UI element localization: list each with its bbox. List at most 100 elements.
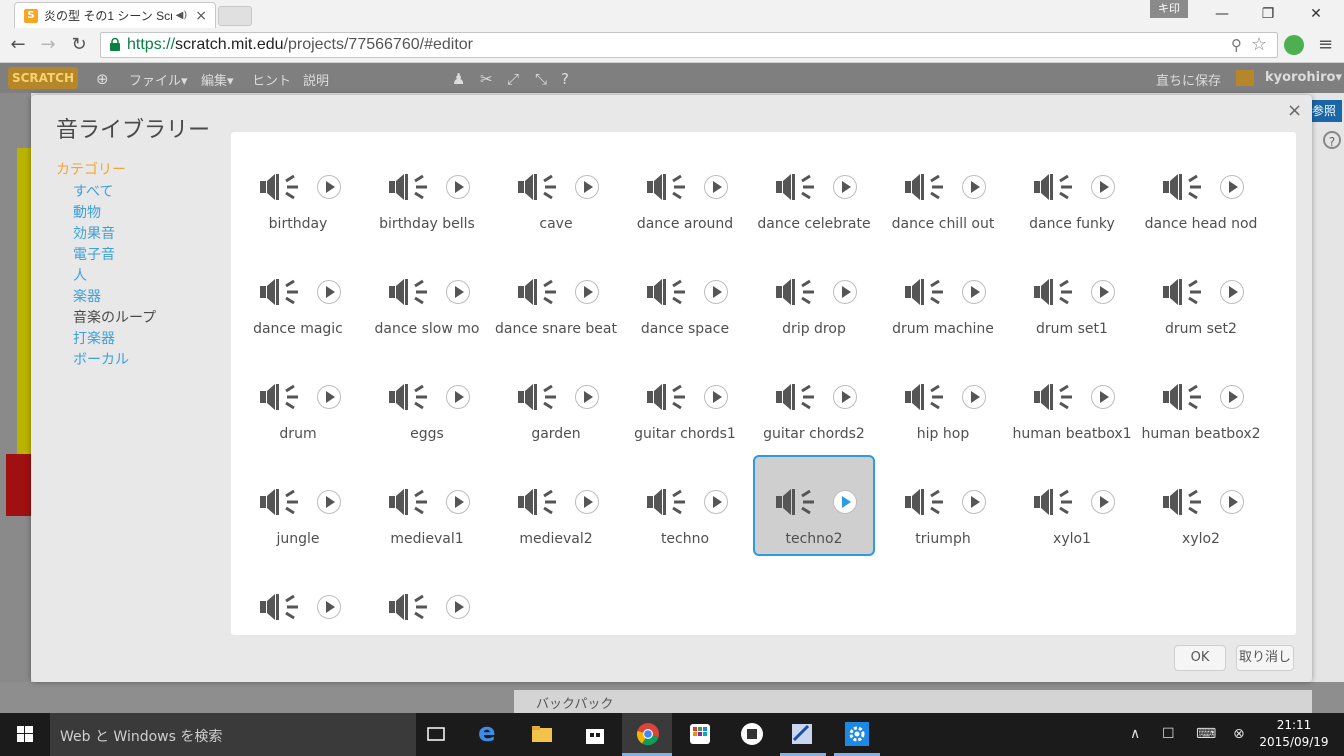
sound-item[interactable]: dance magic: [237, 245, 359, 346]
sound-item[interactable]: techno2: [753, 455, 875, 556]
sound-item[interactable]: dance slow mo: [366, 245, 488, 346]
sound-item[interactable]: xylo1: [1011, 455, 1133, 556]
grow-icon[interactable]: ⤢: [507, 70, 519, 88]
play-icon[interactable]: [833, 175, 857, 199]
sound-item[interactable]: medieval1: [366, 455, 488, 556]
sound-item[interactable]: dance snare beat: [495, 245, 617, 346]
menu-tips[interactable]: ヒント: [252, 70, 291, 89]
play-icon[interactable]: [962, 490, 986, 514]
sound-item[interactable]: guitar chords2: [753, 350, 875, 451]
menu-edit[interactable]: 編集▾: [201, 70, 234, 89]
windows-start-icon[interactable]: [0, 713, 50, 756]
tray-chevron-up-icon[interactable]: ∧: [1130, 726, 1140, 742]
category-item[interactable]: 人: [73, 265, 87, 285]
play-icon[interactable]: [446, 490, 470, 514]
username-menu[interactable]: kyorohiro▾: [1265, 70, 1342, 85]
tab-audio-icon[interactable]: ◀): [176, 10, 188, 21]
task-view-icon[interactable]: [425, 722, 449, 746]
sound-item[interactable]: drum set2: [1140, 245, 1262, 346]
play-icon[interactable]: [833, 490, 857, 514]
play-icon[interactable]: [833, 385, 857, 409]
play-icon[interactable]: [704, 385, 728, 409]
sound-item[interactable]: drum: [237, 350, 359, 451]
backpack-bar[interactable]: バックパック: [514, 690, 1312, 713]
play-icon[interactable]: [575, 490, 599, 514]
category-item[interactable]: 動物: [73, 202, 101, 222]
sound-item[interactable]: xylo2: [1140, 455, 1262, 556]
play-icon[interactable]: [1091, 175, 1115, 199]
category-item[interactable]: ボーカル: [73, 349, 129, 369]
category-item[interactable]: 電子音: [73, 244, 115, 264]
play-icon[interactable]: [704, 280, 728, 304]
play-icon[interactable]: [833, 280, 857, 304]
key-icon[interactable]: ⚲: [1231, 36, 1242, 54]
play-icon[interactable]: [1091, 280, 1115, 304]
reader-app-icon[interactable]: [740, 722, 764, 746]
play-icon[interactable]: [1220, 175, 1244, 199]
shrink-icon[interactable]: ⤡: [535, 70, 547, 88]
app-grid-icon[interactable]: [688, 722, 712, 746]
chrome-menu-icon[interactable]: ≡: [1318, 34, 1333, 55]
play-icon[interactable]: [317, 595, 341, 619]
play-icon[interactable]: [962, 175, 986, 199]
sound-item[interactable]: drip drop: [753, 245, 875, 346]
sound-item[interactable]: [366, 560, 488, 635]
tab-close-icon[interactable]: ×: [195, 8, 207, 24]
sound-item[interactable]: human beatbox1: [1011, 350, 1133, 451]
sound-item[interactable]: dance around: [624, 140, 746, 241]
keyboard-icon[interactable]: ⌨: [1196, 726, 1216, 742]
sound-item[interactable]: dance funky: [1011, 140, 1133, 241]
see-inside-button[interactable]: 参照: [1312, 100, 1342, 122]
delete-icon[interactable]: ✂: [480, 70, 493, 88]
sound-item[interactable]: triumph: [882, 455, 1004, 556]
network-error-icon[interactable]: ⊗: [1233, 726, 1245, 742]
sound-item[interactable]: hip hop: [882, 350, 1004, 451]
sound-item[interactable]: eggs: [366, 350, 488, 451]
help-circle-icon[interactable]: ?: [1323, 131, 1341, 149]
sound-item[interactable]: guitar chords1: [624, 350, 746, 451]
sound-item[interactable]: drum set1: [1011, 245, 1133, 346]
taskbar-clock[interactable]: 21:11 2015/09/19: [1256, 717, 1332, 751]
sound-item[interactable]: birthday bells: [366, 140, 488, 241]
forward-icon[interactable]: →: [37, 34, 59, 56]
sound-item[interactable]: drum machine: [882, 245, 1004, 346]
sound-item[interactable]: jungle: [237, 455, 359, 556]
play-icon[interactable]: [446, 175, 470, 199]
bookmark-star-icon[interactable]: ☆: [1251, 34, 1267, 55]
new-tab-button[interactable]: [218, 6, 252, 26]
save-now-link[interactable]: 直ちに保存: [1156, 70, 1221, 89]
play-icon[interactable]: [446, 385, 470, 409]
play-icon[interactable]: [317, 385, 341, 409]
menu-about[interactable]: 説明: [303, 70, 329, 89]
taskbar-search-input[interactable]: Web と Windows を検索: [50, 713, 416, 756]
edge-icon[interactable]: e: [478, 720, 502, 746]
category-item[interactable]: 楽器: [73, 286, 101, 306]
sound-item[interactable]: garden: [495, 350, 617, 451]
play-icon[interactable]: [575, 175, 599, 199]
extension-icon[interactable]: [1284, 35, 1304, 55]
play-icon[interactable]: [575, 385, 599, 409]
play-icon[interactable]: [1091, 490, 1115, 514]
play-icon[interactable]: [1220, 490, 1244, 514]
notification-icon[interactable]: ☐: [1162, 726, 1175, 742]
sound-item[interactable]: human beatbox2: [1140, 350, 1262, 451]
settings-gear-icon[interactable]: [845, 722, 869, 746]
store-icon[interactable]: [583, 722, 607, 746]
help-icon[interactable]: ?: [561, 70, 569, 88]
sound-item[interactable]: cave: [495, 140, 617, 241]
play-icon[interactable]: [317, 280, 341, 304]
window-close-button[interactable]: ✕: [1293, 0, 1339, 28]
play-icon[interactable]: [446, 280, 470, 304]
globe-icon[interactable]: ⊕: [96, 70, 109, 88]
category-item[interactable]: 音楽のループ: [73, 307, 156, 327]
user-avatar[interactable]: [1236, 70, 1254, 86]
close-icon[interactable]: ×: [1287, 100, 1302, 121]
back-icon[interactable]: ←: [7, 34, 29, 56]
play-icon[interactable]: [1220, 385, 1244, 409]
sound-item[interactable]: dance celebrate: [753, 140, 875, 241]
scratch-logo[interactable]: SCRATCH: [8, 67, 78, 89]
url-input[interactable]: https://scratch.mit.edu/projects/7756676…: [100, 32, 1278, 58]
play-icon[interactable]: [962, 385, 986, 409]
file-explorer-icon[interactable]: [530, 722, 554, 746]
sound-item[interactable]: dance space: [624, 245, 746, 346]
